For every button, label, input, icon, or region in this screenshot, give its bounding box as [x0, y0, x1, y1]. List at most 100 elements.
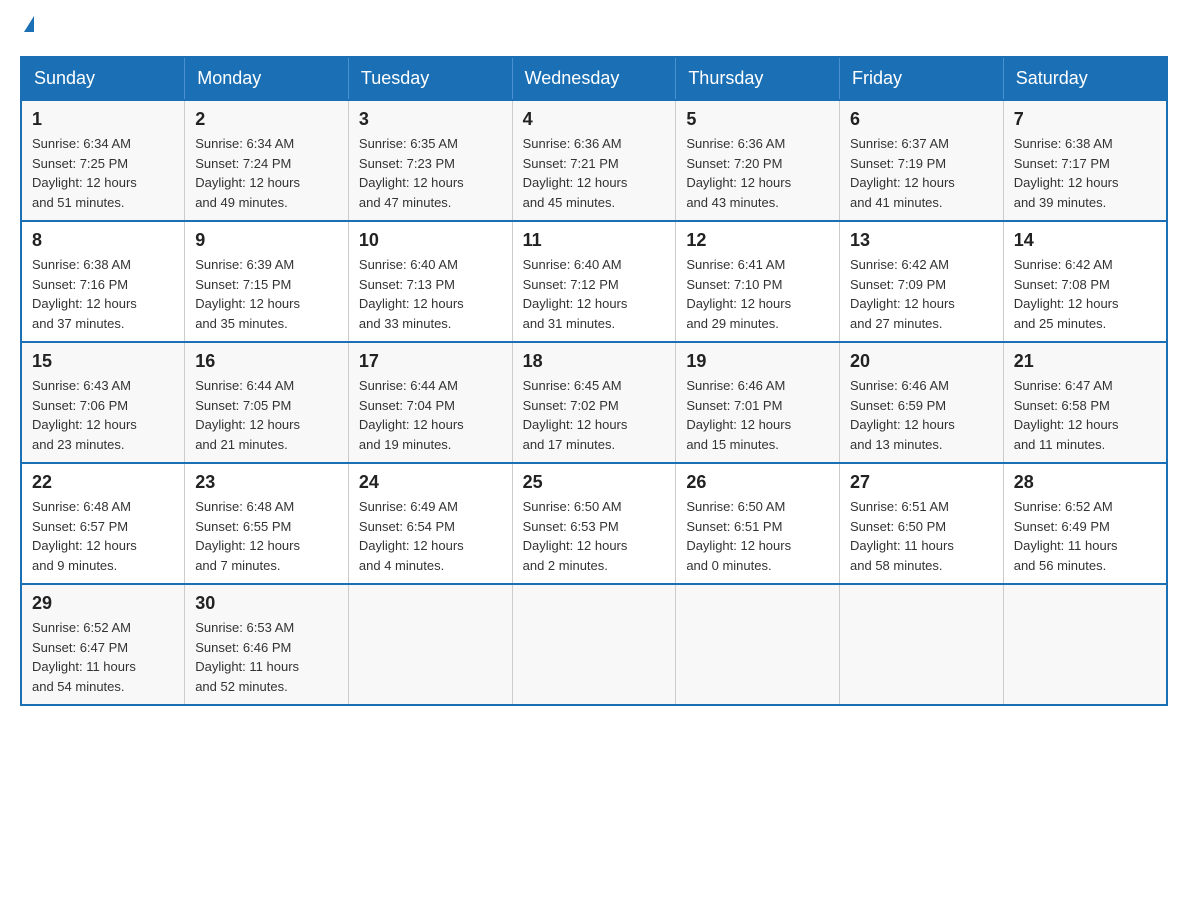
day-number: 23: [195, 472, 338, 493]
calendar-cell: [676, 584, 840, 705]
day-info: Sunrise: 6:41 AMSunset: 7:10 PMDaylight:…: [686, 255, 829, 333]
calendar-cell: 13 Sunrise: 6:42 AMSunset: 7:09 PMDayligh…: [840, 221, 1004, 342]
calendar-cell: 28 Sunrise: 6:52 AMSunset: 6:49 PMDayligh…: [1003, 463, 1167, 584]
header-friday: Friday: [840, 57, 1004, 100]
calendar-cell: 2 Sunrise: 6:34 AMSunset: 7:24 PMDaylight…: [185, 100, 349, 221]
calendar-cell: [348, 584, 512, 705]
day-info: Sunrise: 6:50 AMSunset: 6:53 PMDaylight:…: [523, 497, 666, 575]
day-info: Sunrise: 6:51 AMSunset: 6:50 PMDaylight:…: [850, 497, 993, 575]
week-row-5: 29 Sunrise: 6:52 AMSunset: 6:47 PMDayligh…: [21, 584, 1167, 705]
day-number: 9: [195, 230, 338, 251]
day-number: 22: [32, 472, 174, 493]
day-info: Sunrise: 6:42 AMSunset: 7:09 PMDaylight:…: [850, 255, 993, 333]
calendar-cell: 5 Sunrise: 6:36 AMSunset: 7:20 PMDaylight…: [676, 100, 840, 221]
day-info: Sunrise: 6:43 AMSunset: 7:06 PMDaylight:…: [32, 376, 174, 454]
calendar-cell: 25 Sunrise: 6:50 AMSunset: 6:53 PMDayligh…: [512, 463, 676, 584]
calendar-cell: 3 Sunrise: 6:35 AMSunset: 7:23 PMDaylight…: [348, 100, 512, 221]
day-info: Sunrise: 6:44 AMSunset: 7:04 PMDaylight:…: [359, 376, 502, 454]
day-number: 30: [195, 593, 338, 614]
calendar-cell: [512, 584, 676, 705]
day-info: Sunrise: 6:49 AMSunset: 6:54 PMDaylight:…: [359, 497, 502, 575]
calendar-cell: 7 Sunrise: 6:38 AMSunset: 7:17 PMDaylight…: [1003, 100, 1167, 221]
day-number: 3: [359, 109, 502, 130]
calendar-cell: [840, 584, 1004, 705]
day-info: Sunrise: 6:40 AMSunset: 7:13 PMDaylight:…: [359, 255, 502, 333]
day-number: 16: [195, 351, 338, 372]
day-number: 24: [359, 472, 502, 493]
calendar-cell: 29 Sunrise: 6:52 AMSunset: 6:47 PMDayligh…: [21, 584, 185, 705]
calendar-cell: 20Sunrise: 6:46 AMSunset: 6:59 PMDayligh…: [840, 342, 1004, 463]
header-sunday: Sunday: [21, 57, 185, 100]
page-header: [20, 20, 1168, 36]
calendar-cell: 9 Sunrise: 6:39 AMSunset: 7:15 PMDaylight…: [185, 221, 349, 342]
header-saturday: Saturday: [1003, 57, 1167, 100]
calendar-cell: 19 Sunrise: 6:46 AMSunset: 7:01 PMDayligh…: [676, 342, 840, 463]
day-info: Sunrise: 6:48 AMSunset: 6:57 PMDaylight:…: [32, 497, 174, 575]
header-wednesday: Wednesday: [512, 57, 676, 100]
calendar-cell: 1 Sunrise: 6:34 AMSunset: 7:25 PMDaylight…: [21, 100, 185, 221]
day-number: 13: [850, 230, 993, 251]
day-number: 27: [850, 472, 993, 493]
day-info: Sunrise: 6:48 AMSunset: 6:55 PMDaylight:…: [195, 497, 338, 575]
day-number: 6: [850, 109, 993, 130]
day-number: 12: [686, 230, 829, 251]
day-info: Sunrise: 6:39 AMSunset: 7:15 PMDaylight:…: [195, 255, 338, 333]
day-number: 10: [359, 230, 502, 251]
day-number: 28: [1014, 472, 1156, 493]
header-monday: Monday: [185, 57, 349, 100]
day-info: Sunrise: 6:36 AMSunset: 7:20 PMDaylight:…: [686, 134, 829, 212]
day-info: Sunrise: 6:50 AMSunset: 6:51 PMDaylight:…: [686, 497, 829, 575]
calendar-cell: 27 Sunrise: 6:51 AMSunset: 6:50 PMDayligh…: [840, 463, 1004, 584]
week-row-3: 15 Sunrise: 6:43 AMSunset: 7:06 PMDayligh…: [21, 342, 1167, 463]
day-info: Sunrise: 6:34 AMSunset: 7:25 PMDaylight:…: [32, 134, 174, 212]
day-number: 25: [523, 472, 666, 493]
calendar-cell: 24 Sunrise: 6:49 AMSunset: 6:54 PMDayligh…: [348, 463, 512, 584]
day-info: Sunrise: 6:38 AMSunset: 7:16 PMDaylight:…: [32, 255, 174, 333]
day-info: Sunrise: 6:46 AMSunset: 7:01 PMDaylight:…: [686, 376, 829, 454]
week-row-4: 22 Sunrise: 6:48 AMSunset: 6:57 PMDayligh…: [21, 463, 1167, 584]
day-info: Sunrise: 6:52 AMSunset: 6:47 PMDaylight:…: [32, 618, 174, 696]
day-number: 19: [686, 351, 829, 372]
day-number: 20: [850, 351, 993, 372]
day-number: 26: [686, 472, 829, 493]
day-number: 7: [1014, 109, 1156, 130]
calendar-cell: 14Sunrise: 6:42 AMSunset: 7:08 PMDayligh…: [1003, 221, 1167, 342]
day-info: Sunrise: 6:37 AMSunset: 7:19 PMDaylight:…: [850, 134, 993, 212]
day-number: 5: [686, 109, 829, 130]
day-number: 4: [523, 109, 666, 130]
calendar-cell: 8 Sunrise: 6:38 AMSunset: 7:16 PMDaylight…: [21, 221, 185, 342]
day-number: 1: [32, 109, 174, 130]
day-info: Sunrise: 6:38 AMSunset: 7:17 PMDaylight:…: [1014, 134, 1156, 212]
day-number: 8: [32, 230, 174, 251]
calendar-cell: 15 Sunrise: 6:43 AMSunset: 7:06 PMDayligh…: [21, 342, 185, 463]
calendar-cell: 21Sunrise: 6:47 AMSunset: 6:58 PMDayligh…: [1003, 342, 1167, 463]
day-info: Sunrise: 6:36 AMSunset: 7:21 PMDaylight:…: [523, 134, 666, 212]
calendar-cell: 6 Sunrise: 6:37 AMSunset: 7:19 PMDaylight…: [840, 100, 1004, 221]
day-info: Sunrise: 6:47 AMSunset: 6:58 PMDaylight:…: [1014, 376, 1156, 454]
day-number: 14: [1014, 230, 1156, 251]
day-info: Sunrise: 6:40 AMSunset: 7:12 PMDaylight:…: [523, 255, 666, 333]
day-info: Sunrise: 6:45 AMSunset: 7:02 PMDaylight:…: [523, 376, 666, 454]
day-number: 2: [195, 109, 338, 130]
calendar-cell: [1003, 584, 1167, 705]
logo-triangle-icon: [24, 16, 34, 32]
day-info: Sunrise: 6:52 AMSunset: 6:49 PMDaylight:…: [1014, 497, 1156, 575]
calendar-cell: 26 Sunrise: 6:50 AMSunset: 6:51 PMDayligh…: [676, 463, 840, 584]
day-number: 15: [32, 351, 174, 372]
day-info: Sunrise: 6:44 AMSunset: 7:05 PMDaylight:…: [195, 376, 338, 454]
day-info: Sunrise: 6:35 AMSunset: 7:23 PMDaylight:…: [359, 134, 502, 212]
day-info: Sunrise: 6:53 AMSunset: 6:46 PMDaylight:…: [195, 618, 338, 696]
week-row-2: 8 Sunrise: 6:38 AMSunset: 7:16 PMDaylight…: [21, 221, 1167, 342]
day-number: 29: [32, 593, 174, 614]
calendar-cell: 30 Sunrise: 6:53 AMSunset: 6:46 PMDayligh…: [185, 584, 349, 705]
calendar-cell: 4 Sunrise: 6:36 AMSunset: 7:21 PMDaylight…: [512, 100, 676, 221]
header-thursday: Thursday: [676, 57, 840, 100]
day-number: 17: [359, 351, 502, 372]
day-info: Sunrise: 6:34 AMSunset: 7:24 PMDaylight:…: [195, 134, 338, 212]
calendar-cell: 10 Sunrise: 6:40 AMSunset: 7:13 PMDayligh…: [348, 221, 512, 342]
calendar-cell: 12 Sunrise: 6:41 AMSunset: 7:10 PMDayligh…: [676, 221, 840, 342]
day-number: 11: [523, 230, 666, 251]
logo: [20, 20, 34, 36]
calendar-cell: 23 Sunrise: 6:48 AMSunset: 6:55 PMDayligh…: [185, 463, 349, 584]
calendar-cell: 17 Sunrise: 6:44 AMSunset: 7:04 PMDayligh…: [348, 342, 512, 463]
